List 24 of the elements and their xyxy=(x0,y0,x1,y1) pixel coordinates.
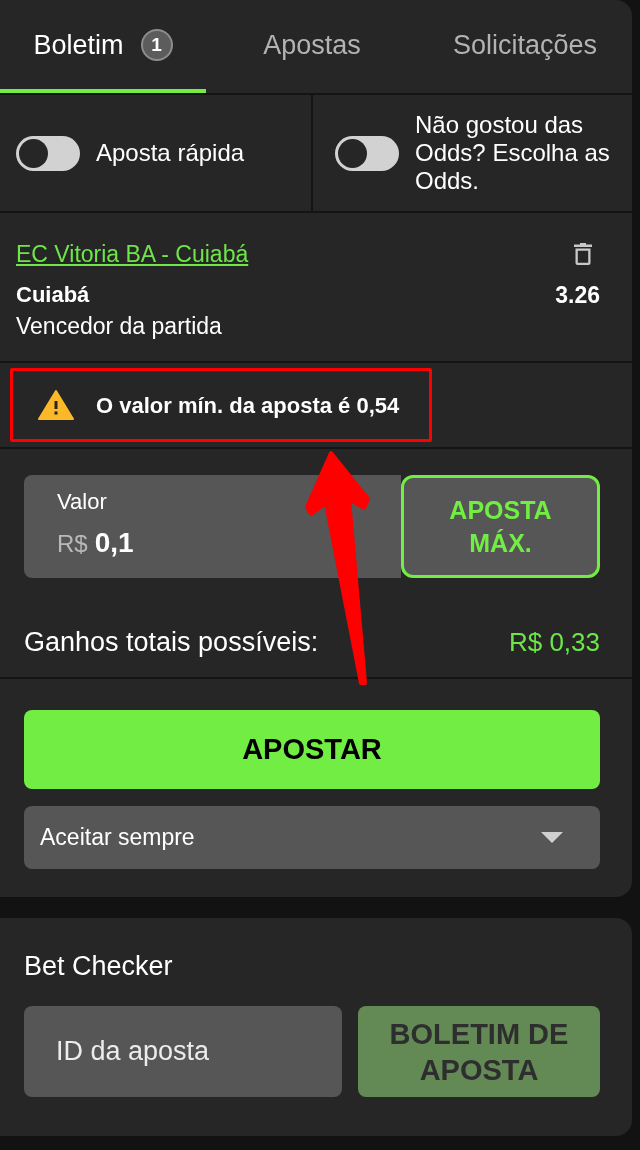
bet-id-input[interactable]: ID da aposta xyxy=(24,1006,342,1097)
winnings-label: Ganhos totais possíveis: xyxy=(24,627,319,657)
section-title: Bet Checker xyxy=(24,950,174,982)
tab[interactable]: Boletim 1 xyxy=(0,0,206,93)
tab[interactable]: Solicitações xyxy=(418,0,632,93)
trash-icon[interactable] xyxy=(574,243,592,265)
odds-value: 3.26 xyxy=(555,282,600,308)
max-bet-button[interactable]: APOSTA MÁX. xyxy=(401,475,600,578)
amount-field[interactable]: Valor R$ 0,1 xyxy=(24,475,401,578)
caret-icon xyxy=(541,832,563,843)
tab[interactable]: Apostas xyxy=(206,0,418,93)
toggle-switch[interactable] xyxy=(16,135,80,171)
acceptance-dropdown[interactable]: Aceitar sempre xyxy=(24,806,600,869)
market-name: Vencedor da partida xyxy=(16,312,223,340)
match-link[interactable]: EC Vitoria BA - Cuiabá xyxy=(16,241,249,267)
winnings-value: R$ 0,33 xyxy=(508,627,600,657)
warning-message: O valor mín. da aposta é 0,54 xyxy=(96,391,400,420)
toggle-label: Aposta rápida xyxy=(96,139,246,167)
warning-icon xyxy=(38,390,74,420)
toggle-switch[interactable] xyxy=(335,135,399,171)
selection-name: Cuiabá xyxy=(16,282,90,308)
toggle-label: Não gostou das Odds? Escolha as Odds. xyxy=(415,111,611,195)
place-bet-button[interactable]: APOSTAR xyxy=(24,710,600,789)
count-badge: 1 xyxy=(140,28,173,61)
